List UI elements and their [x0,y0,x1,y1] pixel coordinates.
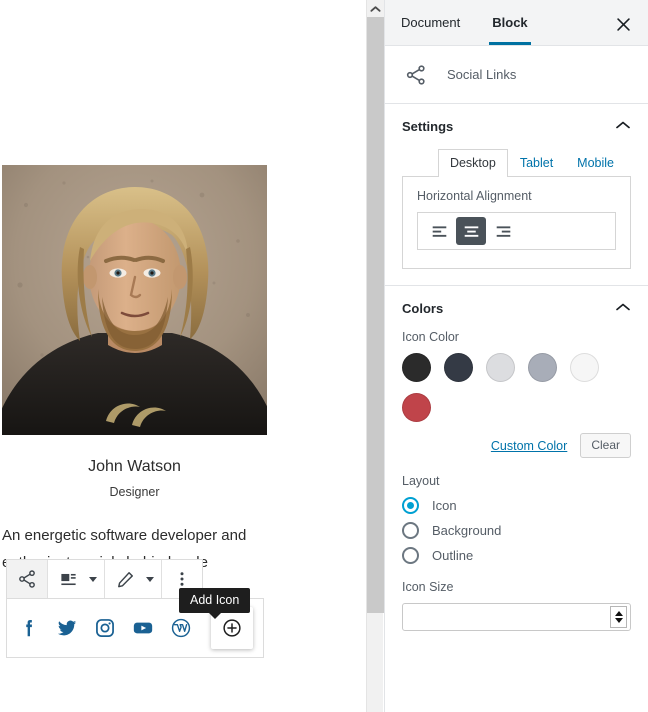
icon-color-swatch-row-2 [402,393,631,422]
layout-option-outline-label: Outline [432,548,474,563]
align-center-button[interactable] [456,217,486,245]
device-tabs: Desktop Tablet Mobile [402,148,631,177]
tab-block[interactable]: Block [476,0,544,45]
editor-canvas[interactable]: John Watson Designer An energetic softwa… [0,0,365,712]
device-tab-tablet[interactable]: Tablet [508,149,565,177]
device-tab-desktop-label: Desktop [449,156,496,170]
tab-block-label: Block [492,15,528,30]
toolbar-group-align [48,560,105,598]
layout-option-icon[interactable]: Icon [402,497,631,514]
layout-option-background[interactable]: Background [402,522,631,539]
settings-panel-title: Settings [402,118,454,134]
stepper-up-icon[interactable] [614,611,623,616]
color-swatch-dark-charcoal[interactable] [402,353,431,382]
device-tab-desktop[interactable]: Desktop [437,149,508,177]
icon-size-label: Icon Size [402,580,454,594]
person-name[interactable]: John Watson [2,458,267,476]
icon-color-label: Icon Color [402,330,459,344]
toolbar-group-block-type [7,560,48,598]
align-right-button[interactable] [488,217,518,245]
color-swatch-brick-red[interactable] [402,393,431,422]
stepper-down-icon[interactable] [614,618,623,623]
color-swatch-medium-gray[interactable] [528,353,557,382]
facebook-icon[interactable] [17,616,41,640]
align-options-icon[interactable] [48,560,88,598]
layout-option-icon-label: Icon [432,498,457,513]
horizontal-alignment-label: Horizontal Alignment [417,189,532,203]
device-settings-panel: Horizontal Alignment [402,176,631,269]
device-tab-tablet-label: Tablet [519,156,554,170]
vertical-scrollbar[interactable] [366,0,384,712]
align-dropdown-caret[interactable] [88,560,104,598]
youtube-icon[interactable] [131,616,155,640]
color-swatch-white[interactable] [570,353,599,382]
add-icon-tooltip: Add Icon [179,588,251,619]
icon-size-input[interactable] [403,604,610,630]
align-left-button[interactable] [424,217,454,245]
chevron-up-icon[interactable] [615,117,631,135]
block-toolbar[interactable] [6,559,203,599]
device-tab-mobile-label: Mobile [577,156,614,170]
sidebar-tabs: Document Block [385,0,648,46]
selected-block-label: Social Links [447,67,517,82]
icon-color-swatch-row-1 [402,353,631,382]
settings-panel-body: Desktop Tablet Mobile Horizontal Alignme… [385,148,648,285]
chevron-up-icon[interactable] [367,0,384,17]
tab-document[interactable]: Document [385,0,476,45]
style-dropdown-caret[interactable] [145,560,161,598]
colors-panel-body: Icon Color Custom Color Clear Layout Ico… [385,330,648,647]
colors-panel-header[interactable]: Colors [385,286,648,330]
portrait-image [2,165,267,435]
social-links-icon [403,62,429,88]
layout-option-background-label: Background [432,523,502,538]
selected-block-card: Social Links [385,46,648,104]
wordpress-icon[interactable] [169,616,193,640]
profile-photo[interactable] [2,165,267,435]
radio-icon[interactable] [402,547,419,564]
tab-document-label: Document [401,15,461,30]
icon-size-stepper[interactable] [610,606,627,628]
layout-option-outline[interactable]: Outline [402,547,631,564]
instagram-icon[interactable] [93,616,117,640]
twitter-icon[interactable] [55,616,79,640]
horizontal-alignment-group [417,212,616,250]
layout-label: Layout [402,474,440,488]
radio-icon[interactable] [402,522,419,539]
settings-panel-header[interactable]: Settings [385,104,648,148]
block-settings-sidebar: Document Block Social Links Settings Des… [384,0,648,712]
share-icon[interactable] [7,560,47,598]
person-role[interactable]: Designer [2,485,267,499]
device-tab-mobile[interactable]: Mobile [565,149,626,177]
color-swatch-light-gray[interactable] [486,353,515,382]
scrollbar-thumb[interactable] [367,17,384,613]
color-swatch-dark-slate[interactable] [444,353,473,382]
clear-color-button[interactable]: Clear [580,433,631,458]
wordpress-block-editor: John Watson Designer An energetic softwa… [0,0,648,712]
close-icon[interactable] [608,9,638,39]
pencil-icon[interactable] [105,560,145,598]
toolbar-group-style [105,560,162,598]
colors-panel-title: Colors [402,300,444,316]
chevron-up-icon[interactable] [615,299,631,317]
custom-color-link[interactable]: Custom Color [491,439,567,453]
icon-size-field[interactable] [402,603,631,631]
radio-icon[interactable] [402,497,419,514]
color-actions: Custom Color Clear [402,433,631,458]
